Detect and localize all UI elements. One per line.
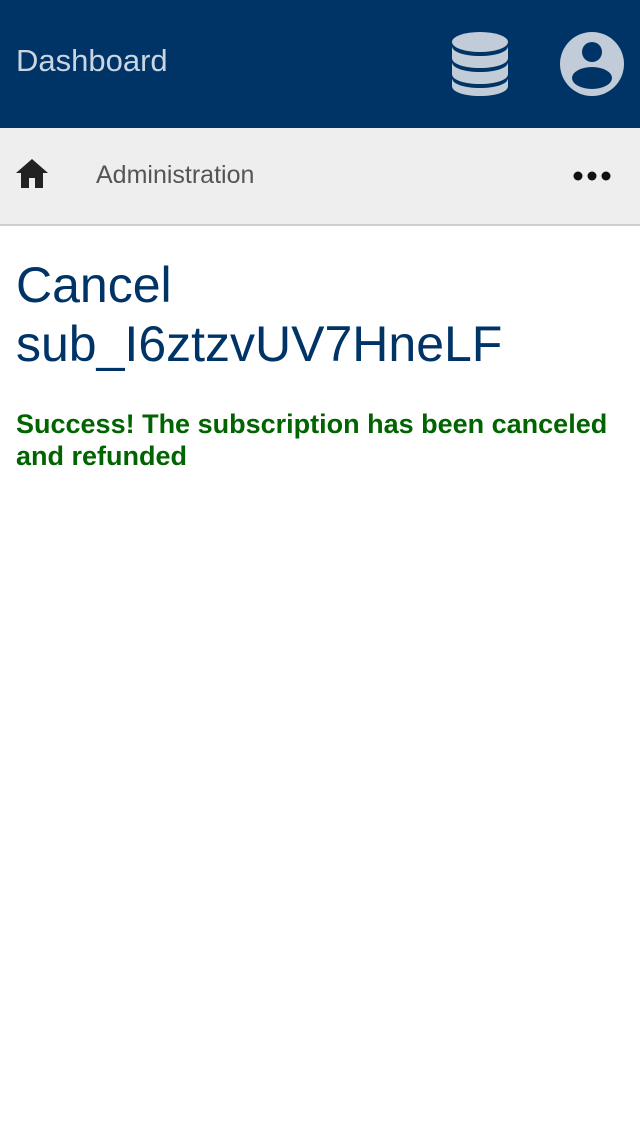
account-circle-icon [560,32,624,96]
home-button[interactable] [14,156,50,192]
administration-link[interactable]: Administration [96,159,254,191]
database-button[interactable] [448,30,512,98]
sub-navigation-bar: Administration [0,128,640,226]
top-app-bar: Dashboard [0,0,640,128]
more-horizontal-icon [573,171,611,181]
page-title-action: Cancel [16,257,172,313]
page-title-subscription-id: sub_I6ztzvUV7HneLF [16,316,503,372]
account-button[interactable] [558,30,626,98]
dashboard-title-link[interactable]: Dashboard [16,42,168,80]
success-message: Success! The subscription has been cance… [16,409,608,471]
more-options-button[interactable] [570,162,614,190]
page-title: Cancel sub_I6ztzvUV7HneLF [16,256,616,374]
main-content: Cancel sub_I6ztzvUV7HneLF Success! The s… [16,256,616,472]
home-icon [16,159,48,188]
database-icon [452,32,508,96]
